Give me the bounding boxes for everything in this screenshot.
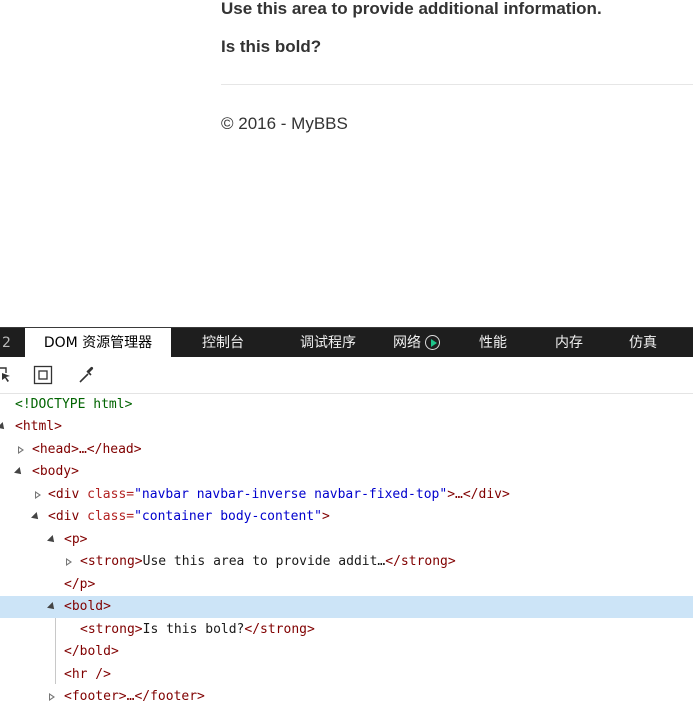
tag-close: > bbox=[321, 509, 330, 524]
tree-row-strong-2[interactable]: <strong>Is this bold?</strong> bbox=[0, 619, 693, 641]
horizontal-rule bbox=[221, 84, 693, 85]
bold-strong-text: Is this bold? bbox=[221, 37, 322, 56]
head-tag: <head>…</head> bbox=[32, 442, 142, 457]
collapse-toggle-icon[interactable] bbox=[33, 484, 43, 506]
tree-row-hr[interactable]: <hr /> bbox=[0, 664, 693, 686]
tree-row-p[interactable]: <p> bbox=[0, 529, 693, 551]
tree-row-p-close[interactable]: </p> bbox=[0, 574, 693, 596]
attr-value: "container body-content" bbox=[134, 509, 322, 524]
tag-close: >…</div> bbox=[447, 487, 510, 502]
tree-row-doctype[interactable]: <!DOCTYPE html> bbox=[0, 394, 693, 416]
expand-toggle-icon[interactable] bbox=[14, 461, 24, 483]
node-text: Is this bold? bbox=[142, 622, 245, 637]
tree-row-body[interactable]: <body> bbox=[0, 461, 693, 483]
expand-toggle-icon[interactable] bbox=[0, 416, 7, 438]
bold-tag: <bold> bbox=[64, 599, 111, 614]
html-tag: <html> bbox=[15, 419, 62, 434]
tree-row-footer[interactable]: <footer>…</footer> bbox=[0, 686, 693, 708]
collapse-toggle-icon[interactable] bbox=[64, 551, 74, 573]
tree-row-bold-selected[interactable]: <bold> bbox=[0, 596, 693, 618]
dom-toolbar bbox=[0, 357, 693, 394]
tab-network-label: 网络 bbox=[393, 335, 421, 351]
footer-text: © 2016 - MyBBS bbox=[221, 114, 348, 133]
tree-row-container-div[interactable]: <div class="container body-content"> bbox=[0, 506, 693, 528]
attr-name: class= bbox=[87, 509, 135, 524]
p-tag: <p> bbox=[64, 532, 88, 547]
tab-dom-explorer[interactable]: DOM 资源管理器 bbox=[25, 328, 171, 358]
tab-emulation[interactable]: 仿真 bbox=[629, 328, 657, 358]
tree-row-bold-close[interactable]: </bold> bbox=[0, 641, 693, 663]
navbar-div-tag: <div class="navbar navbar-inverse navbar… bbox=[48, 484, 510, 506]
strong-tag-2: <strong>Is this bold?</strong> bbox=[80, 619, 315, 641]
node-text: Use this area to provide addit… bbox=[142, 554, 386, 569]
play-icon[interactable] bbox=[425, 335, 440, 350]
p-close-tag: </p> bbox=[64, 577, 96, 592]
tree-row-html[interactable]: <html> bbox=[0, 416, 693, 438]
collapse-toggle-icon[interactable] bbox=[16, 439, 26, 461]
tag-close: </strong> bbox=[244, 622, 315, 637]
tab-console[interactable]: 控制台 bbox=[202, 328, 244, 358]
tag-open: <div bbox=[48, 509, 88, 524]
tab-number[interactable]: 2 bbox=[2, 328, 11, 358]
expand-toggle-icon[interactable] bbox=[47, 596, 57, 618]
dom-tree: <!DOCTYPE html> <html> <head>…</head> <b… bbox=[0, 394, 693, 704]
footer-tag: <footer>…</footer> bbox=[64, 689, 205, 704]
strong-tag-1: <strong>Use this area to provide addit…<… bbox=[80, 551, 456, 573]
tag-open: <strong> bbox=[80, 622, 143, 637]
hr-tag: <hr /> bbox=[64, 667, 111, 682]
doctype-text: <!DOCTYPE html> bbox=[15, 397, 133, 412]
tag-open: <strong> bbox=[80, 554, 143, 569]
attr-value: "navbar navbar-inverse navbar-fixed-top" bbox=[134, 487, 448, 502]
bold-close-tag: </bold> bbox=[64, 644, 119, 659]
expand-toggle-icon[interactable] bbox=[47, 529, 57, 551]
expand-toggle-icon[interactable] bbox=[31, 506, 41, 528]
collapse-toggle-icon[interactable] bbox=[47, 686, 57, 708]
tree-row-navbar-div[interactable]: <div class="navbar navbar-inverse navbar… bbox=[0, 484, 693, 506]
rendered-page: Use this area to provide additional info… bbox=[0, 0, 693, 327]
tree-row-strong-1[interactable]: <strong>Use this area to provide addit…<… bbox=[0, 551, 693, 573]
devtools-tab-bar: 2 DOM 资源管理器 控制台 调试程序 网络 性能 内存 仿真 bbox=[0, 327, 693, 358]
tab-performance[interactable]: 性能 bbox=[479, 328, 507, 358]
paragraph-strong-text: Use this area to provide additional info… bbox=[221, 0, 602, 18]
tab-memory[interactable]: 内存 bbox=[555, 328, 583, 358]
tag-close: </strong> bbox=[385, 554, 456, 569]
select-element-icon[interactable] bbox=[0, 365, 14, 385]
color-picker-icon[interactable] bbox=[77, 365, 97, 385]
body-tag: <body> bbox=[32, 464, 79, 479]
tab-debugger[interactable]: 调试程序 bbox=[300, 328, 356, 358]
tag-open: <div bbox=[48, 487, 88, 502]
attr-name: class= bbox=[87, 487, 135, 502]
highlight-box-icon[interactable] bbox=[33, 365, 53, 385]
tab-network[interactable]: 网络 bbox=[393, 328, 440, 358]
tree-row-head[interactable]: <head>…</head> bbox=[0, 439, 693, 461]
container-div-tag: <div class="container body-content"> bbox=[48, 506, 330, 528]
